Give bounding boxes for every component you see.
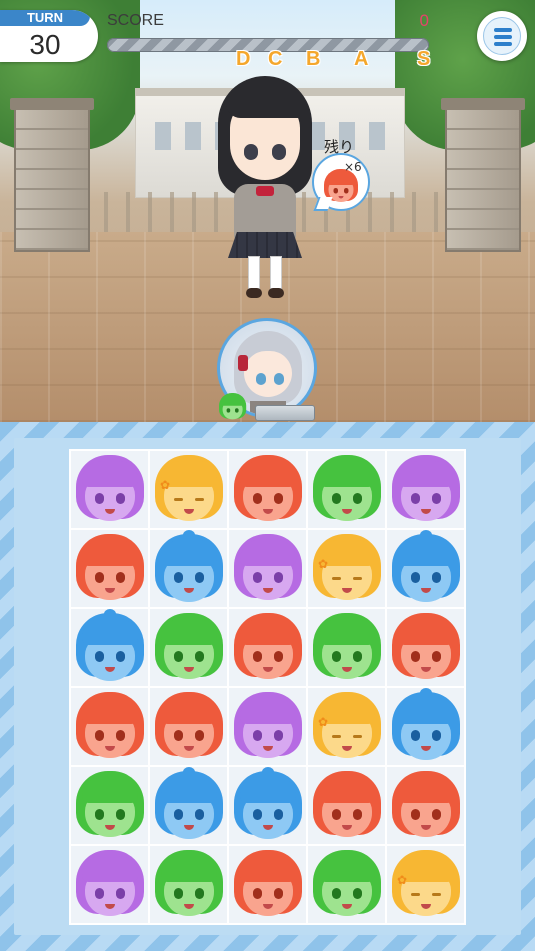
red-piece-icon — [234, 455, 302, 525]
purple-piece-icon — [234, 534, 302, 604]
green-piece-icon — [313, 455, 381, 525]
red-piece-icon — [392, 771, 460, 841]
board-cell[interactable] — [150, 609, 227, 686]
board-cell[interactable] — [229, 451, 306, 528]
rank-b: B — [306, 48, 321, 70]
red-piece-icon — [76, 692, 144, 762]
menu-icon — [483, 17, 521, 55]
board-cell[interactable] — [308, 767, 385, 844]
purple-piece-icon — [76, 850, 144, 920]
red-piece-icon — [155, 692, 223, 762]
red-piece-icon — [234, 850, 302, 920]
rank-markers: D C B A S — [0, 48, 535, 74]
puzzle-board: ✿ ✿ ✿ ✿ — [69, 449, 466, 925]
player-skill-gauge — [255, 405, 315, 421]
board-cell[interactable] — [308, 609, 385, 686]
board-cell[interactable] — [71, 530, 148, 607]
board-cell[interactable]: ✿ — [308, 688, 385, 765]
green-piece-icon — [76, 771, 144, 841]
board-cell[interactable] — [387, 688, 464, 765]
player-attribute-icon — [219, 393, 247, 421]
board-cell[interactable] — [387, 451, 464, 528]
blue-piece-icon — [234, 767, 302, 841]
remaining-target-icon — [324, 169, 358, 202]
red-piece-icon — [392, 613, 460, 683]
orange-piece-icon: ✿ — [155, 455, 223, 525]
board-cell[interactable] — [387, 767, 464, 844]
board-cell[interactable] — [71, 767, 148, 844]
blue-piece-icon — [76, 609, 144, 683]
rank-s: S — [417, 48, 431, 70]
rank-d: D — [236, 48, 251, 70]
purple-piece-icon — [392, 455, 460, 525]
purple-piece-icon — [234, 692, 302, 762]
green-piece-icon — [155, 850, 223, 920]
score-value: 0 — [419, 11, 429, 30]
green-piece-icon — [313, 613, 381, 683]
board-cell[interactable] — [229, 767, 306, 844]
remaining-bubble: ×6 — [312, 153, 370, 211]
menu-button[interactable] — [477, 11, 527, 61]
board-cell[interactable] — [150, 530, 227, 607]
board-cell[interactable] — [150, 688, 227, 765]
remaining-count: ×6 — [344, 160, 362, 174]
gate-pillar-left — [10, 98, 94, 252]
orange-piece-icon: ✿ — [313, 692, 381, 762]
board-cell[interactable]: ✿ — [150, 451, 227, 528]
purple-piece-icon — [76, 455, 144, 525]
turn-label: TURN — [0, 10, 90, 26]
board-cell[interactable] — [387, 530, 464, 607]
gate-pillar-right — [441, 98, 525, 252]
board-cell[interactable] — [229, 688, 306, 765]
board-cell[interactable] — [229, 846, 306, 923]
board-cell[interactable]: ✿ — [387, 846, 464, 923]
blue-piece-icon — [155, 530, 223, 604]
board-cell[interactable] — [150, 846, 227, 923]
board-cell[interactable] — [71, 688, 148, 765]
orange-piece-icon: ✿ — [313, 534, 381, 604]
red-piece-icon — [313, 771, 381, 841]
rank-a: A — [354, 48, 369, 70]
green-piece-icon — [155, 613, 223, 683]
board-cell[interactable] — [71, 609, 148, 686]
board-cell[interactable] — [71, 846, 148, 923]
red-piece-icon — [234, 613, 302, 683]
green-piece-icon — [313, 850, 381, 920]
score-label: SCORE — [107, 12, 164, 29]
enemy-character — [210, 76, 320, 302]
board-cell[interactable]: ✿ — [308, 530, 385, 607]
board-cell[interactable] — [71, 451, 148, 528]
board-cell[interactable] — [229, 609, 306, 686]
board-cell[interactable] — [150, 767, 227, 844]
blue-piece-icon — [392, 688, 460, 762]
board-cell[interactable] — [229, 530, 306, 607]
blue-piece-icon — [392, 530, 460, 604]
orange-piece-icon: ✿ — [392, 850, 460, 920]
blue-piece-icon — [155, 767, 223, 841]
red-piece-icon — [76, 534, 144, 604]
board-cell[interactable] — [308, 846, 385, 923]
board-cell[interactable] — [308, 451, 385, 528]
board-cell[interactable] — [387, 609, 464, 686]
rank-c: C — [268, 48, 283, 70]
